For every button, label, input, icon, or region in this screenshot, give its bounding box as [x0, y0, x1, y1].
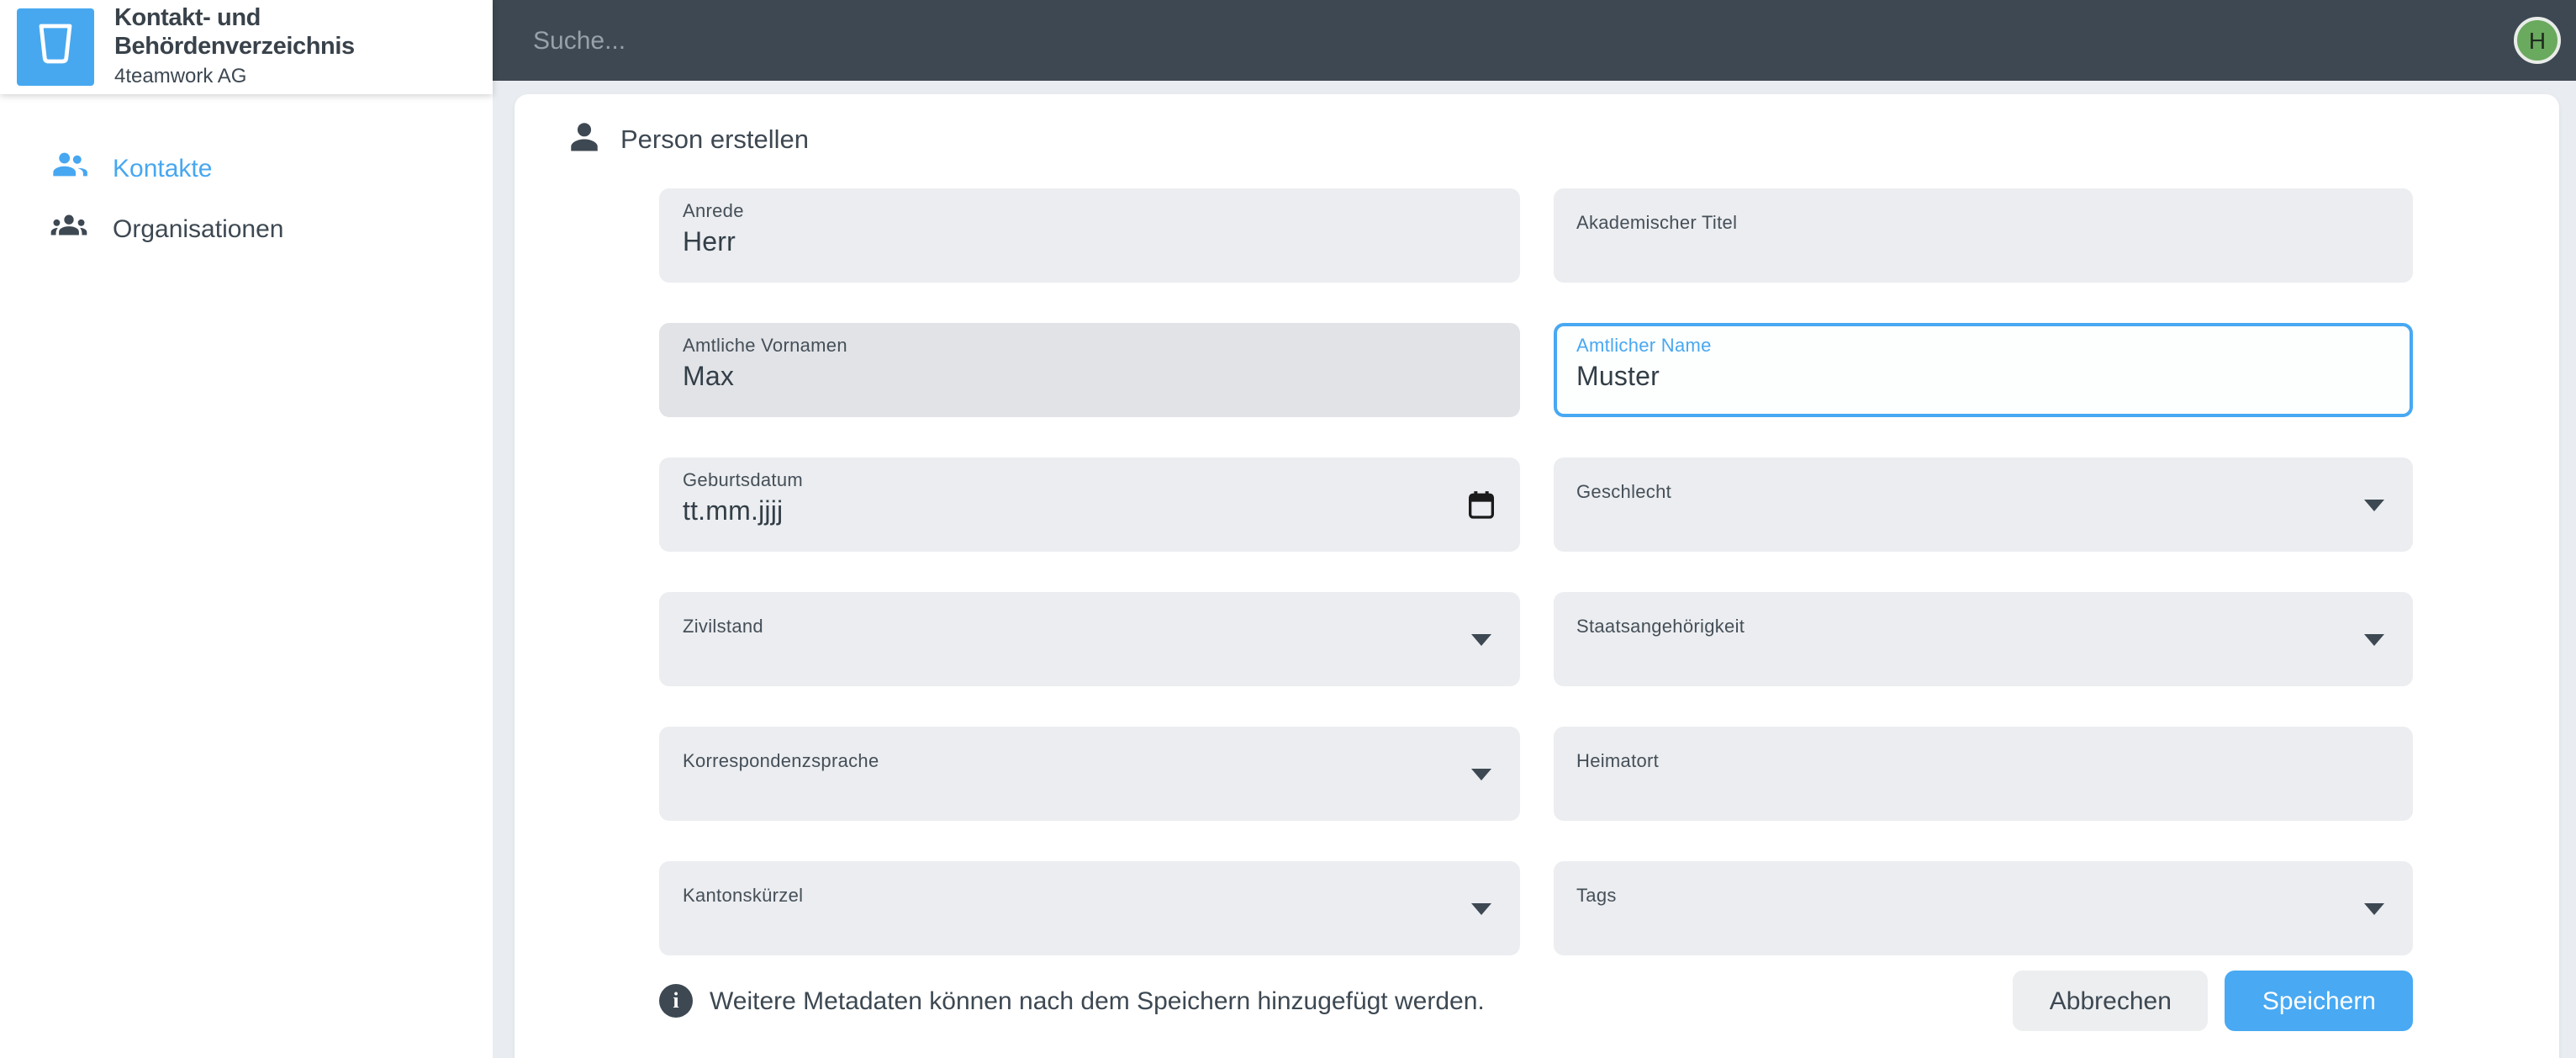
field-anrede[interactable]: Anrede Herr [659, 188, 1519, 283]
cancel-button[interactable]: Abbrechen [2012, 971, 2209, 1031]
person-icon [567, 119, 602, 163]
field-label: Kantonskürzel [683, 886, 804, 907]
field-tags[interactable]: Tags [1553, 861, 2413, 955]
user-avatar[interactable]: H [2514, 17, 2561, 64]
app-subtitle: 4teamwork AG [114, 63, 247, 87]
dropdown-arrow-icon [1470, 634, 1491, 646]
field-kantonskuerzel[interactable]: Kantonskürzel [659, 861, 1519, 955]
calendar-icon[interactable] [1464, 488, 1497, 530]
app-logo[interactable] [17, 8, 94, 86]
dropdown-arrow-icon [1470, 903, 1491, 915]
sidebar: Kontakt- und Behördenverzeichnis 4teamwo… [0, 0, 493, 1058]
field-label: Geschlecht [1576, 483, 1672, 503]
field-korrespondenzsprache[interactable]: Korrespondenzsprache [659, 727, 1519, 821]
field-label: Korrespondenzsprache [683, 752, 879, 772]
app-viewport: H Kontakt- und Behördenverzeichnis 4team… [0, 0, 2576, 1058]
card-header: Person erstellen [515, 94, 2559, 188]
dropdown-arrow-icon [2364, 634, 2384, 646]
groups-icon [50, 211, 87, 246]
field-geburtsdatum[interactable]: Geburtsdatum tt.mm.jjjj [659, 458, 1519, 552]
field-label: Amtlicher Name [1576, 336, 1712, 357]
sidebar-item-kontakte[interactable]: Kontakte [0, 138, 493, 198]
action-buttons: Abbrechen Speichern [2012, 971, 2413, 1031]
field-heimatort[interactable]: Heimatort [1553, 727, 2413, 821]
info-text: Weitere Metadaten können nach dem Speich… [710, 987, 1485, 1015]
field-value: Max [683, 363, 735, 392]
people-icon [50, 151, 87, 186]
cup-logo-icon [34, 19, 77, 75]
brand-block: Kontakt- und Behördenverzeichnis 4teamwo… [114, 6, 493, 88]
field-amtlicher-name[interactable]: Amtlicher Name Muster [1553, 323, 2413, 417]
field-label: Amtliche Vornamen [683, 336, 847, 357]
field-geschlecht[interactable]: Geschlecht [1553, 458, 2413, 552]
field-label: Akademischer Titel [1576, 214, 1738, 234]
app-header: Kontakt- und Behördenverzeichnis 4teamwo… [0, 0, 493, 94]
field-label: Zivilstand [683, 617, 763, 637]
person-form: Anrede Herr Akademischer Titel Amtliche … [659, 188, 2413, 955]
search-input[interactable] [493, 0, 2514, 81]
dropdown-arrow-icon [2364, 903, 2384, 915]
form-footer: i Weitere Metadaten können nach dem Spei… [659, 965, 2413, 1036]
field-value: tt.mm.jjjj [683, 498, 784, 526]
info-icon: i [659, 984, 693, 1018]
field-akademischer-titel[interactable]: Akademischer Titel [1553, 188, 2413, 283]
sidebar-nav: Kontakte Organisationen [0, 138, 493, 259]
field-amtliche-vornamen[interactable]: Amtliche Vornamen Max [659, 323, 1519, 417]
field-label: Anrede [683, 202, 744, 222]
field-zivilstand[interactable]: Zivilstand [659, 592, 1519, 686]
field-label: Tags [1576, 886, 1617, 907]
field-staatsangehoerigkeit[interactable]: Staatsangehörigkeit [1553, 592, 2413, 686]
info-note: i Weitere Metadaten können nach dem Spei… [659, 984, 1485, 1018]
field-value: Muster [1576, 363, 1660, 392]
app-title: Kontakt- und Behördenverzeichnis [114, 5, 355, 61]
dropdown-arrow-icon [1470, 769, 1491, 780]
field-label: Staatsangehörigkeit [1576, 617, 1745, 637]
page-title: Person erstellen [620, 126, 810, 155]
field-value: Herr [683, 229, 736, 257]
sidebar-item-label: Kontakte [113, 154, 213, 183]
sidebar-item-organisationen[interactable]: Organisationen [0, 198, 493, 259]
top-bar: H [493, 0, 2576, 81]
person-create-card: Person erstellen Anrede Herr Akademische… [515, 94, 2559, 1058]
field-label: Geburtsdatum [683, 471, 804, 491]
sidebar-item-label: Organisationen [113, 214, 284, 243]
dropdown-arrow-icon [2364, 500, 2384, 511]
save-button[interactable]: Speichern [2225, 971, 2413, 1031]
field-label: Heimatort [1576, 752, 1660, 772]
